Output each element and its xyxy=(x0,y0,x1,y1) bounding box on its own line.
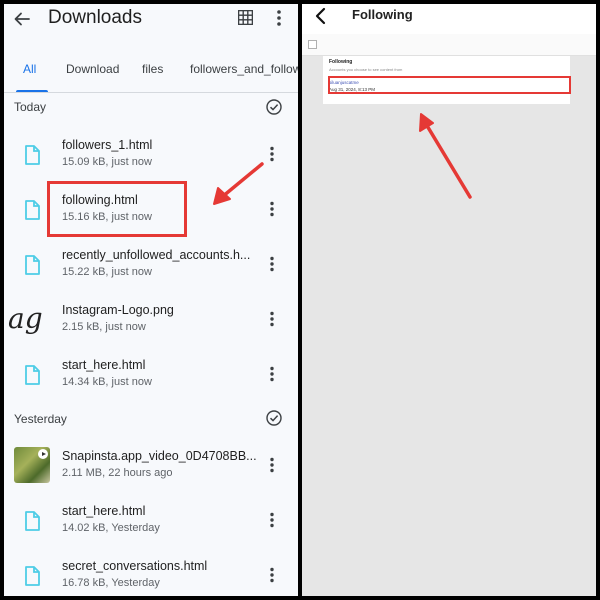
more-options-icon[interactable] xyxy=(269,256,275,272)
highlight-box xyxy=(328,76,571,94)
document-icon xyxy=(25,145,40,165)
app-bar: Downloads xyxy=(4,4,298,32)
file-row[interactable]: secret_conversations.html 16.78 kB, Yest… xyxy=(4,553,298,596)
card-subtitle: Accounts you choose to see content from xyxy=(329,67,403,72)
file-meta: 15.09 kB, just now xyxy=(62,156,152,168)
document-icon xyxy=(25,255,40,275)
more-options-icon[interactable] xyxy=(269,201,275,217)
more-options-icon[interactable] xyxy=(269,366,275,382)
highlight-box xyxy=(47,181,187,237)
section-header-yesterday: Yesterday xyxy=(14,412,67,426)
more-options-icon[interactable] xyxy=(269,567,275,583)
card-heading: Following xyxy=(329,59,353,65)
more-options-icon[interactable] xyxy=(269,311,275,327)
file-name: recently_unfollowed_accounts.h... xyxy=(62,248,251,262)
more-options-icon[interactable] xyxy=(276,9,282,27)
select-all-check-icon[interactable] xyxy=(266,99,282,115)
file-row[interactable]: recently_unfollowed_accounts.h... 15.22 … xyxy=(4,242,298,297)
video-thumbnail xyxy=(14,447,50,483)
tab-files[interactable]: files xyxy=(142,62,163,76)
file-meta: 14.02 kB, Yesterday xyxy=(62,522,160,534)
document-icon xyxy=(25,200,40,220)
file-meta: 14.34 kB, just now xyxy=(62,376,152,388)
page-title: Downloads xyxy=(48,7,142,28)
image-thumbnail: ag xyxy=(8,302,43,335)
back-arrow-icon[interactable] xyxy=(14,11,30,27)
document-icon xyxy=(25,511,40,531)
file-row[interactable]: start_here.html 14.02 kB, Yesterday xyxy=(4,498,298,553)
file-name: start_here.html xyxy=(62,504,146,518)
file-meta: 15.22 kB, just now xyxy=(62,266,152,278)
tab-followers-and-following[interactable]: followers_and_followi xyxy=(190,62,298,76)
following-panel: Following Following Accounts you choose … xyxy=(302,4,596,596)
more-options-icon[interactable] xyxy=(269,146,275,162)
section-header-today: Today xyxy=(14,100,47,114)
tab-download[interactable]: Download xyxy=(66,62,119,76)
header-band xyxy=(302,34,596,56)
select-all-check-icon[interactable] xyxy=(266,410,282,426)
file-meta: 2.11 MB, 22 hours ago xyxy=(62,467,173,479)
more-options-icon[interactable] xyxy=(269,512,275,528)
file-name: followers_1.html xyxy=(62,138,153,152)
play-icon xyxy=(38,449,48,459)
file-row[interactable]: Snapinsta.app_video_0D4708BB... 2.11 MB,… xyxy=(4,443,298,498)
file-meta: 16.78 kB, Yesterday xyxy=(62,577,160,589)
file-name: start_here.html xyxy=(62,358,146,372)
file-row[interactable]: start_here.html 14.34 kB, just now xyxy=(4,352,298,407)
file-row[interactable]: followers_1.html 15.09 kB, just now xyxy=(4,132,298,187)
page-title: Following xyxy=(352,7,413,22)
document-icon xyxy=(25,566,40,586)
tab-bar: All Download files followers_and_followi xyxy=(4,52,298,93)
app-bar: Following xyxy=(302,4,596,34)
document-icon xyxy=(25,365,40,385)
broken-image-icon xyxy=(308,40,317,49)
file-meta: 2.15 kB, just now xyxy=(62,321,146,333)
file-name: Instagram-Logo.png xyxy=(62,303,174,317)
file-name: secret_conversations.html xyxy=(62,559,208,573)
grid-view-icon[interactable] xyxy=(238,10,253,25)
tab-all[interactable]: All xyxy=(23,62,36,76)
more-options-icon[interactable] xyxy=(269,457,275,473)
back-chevron-icon[interactable] xyxy=(314,7,328,25)
divider xyxy=(4,92,298,93)
downloads-panel: Downloads All Download files followers_a… xyxy=(4,4,298,596)
file-row[interactable]: ag Instagram-Logo.png 2.15 kB, just now xyxy=(4,297,298,352)
file-name: Snapinsta.app_video_0D4708BB... xyxy=(62,449,257,463)
